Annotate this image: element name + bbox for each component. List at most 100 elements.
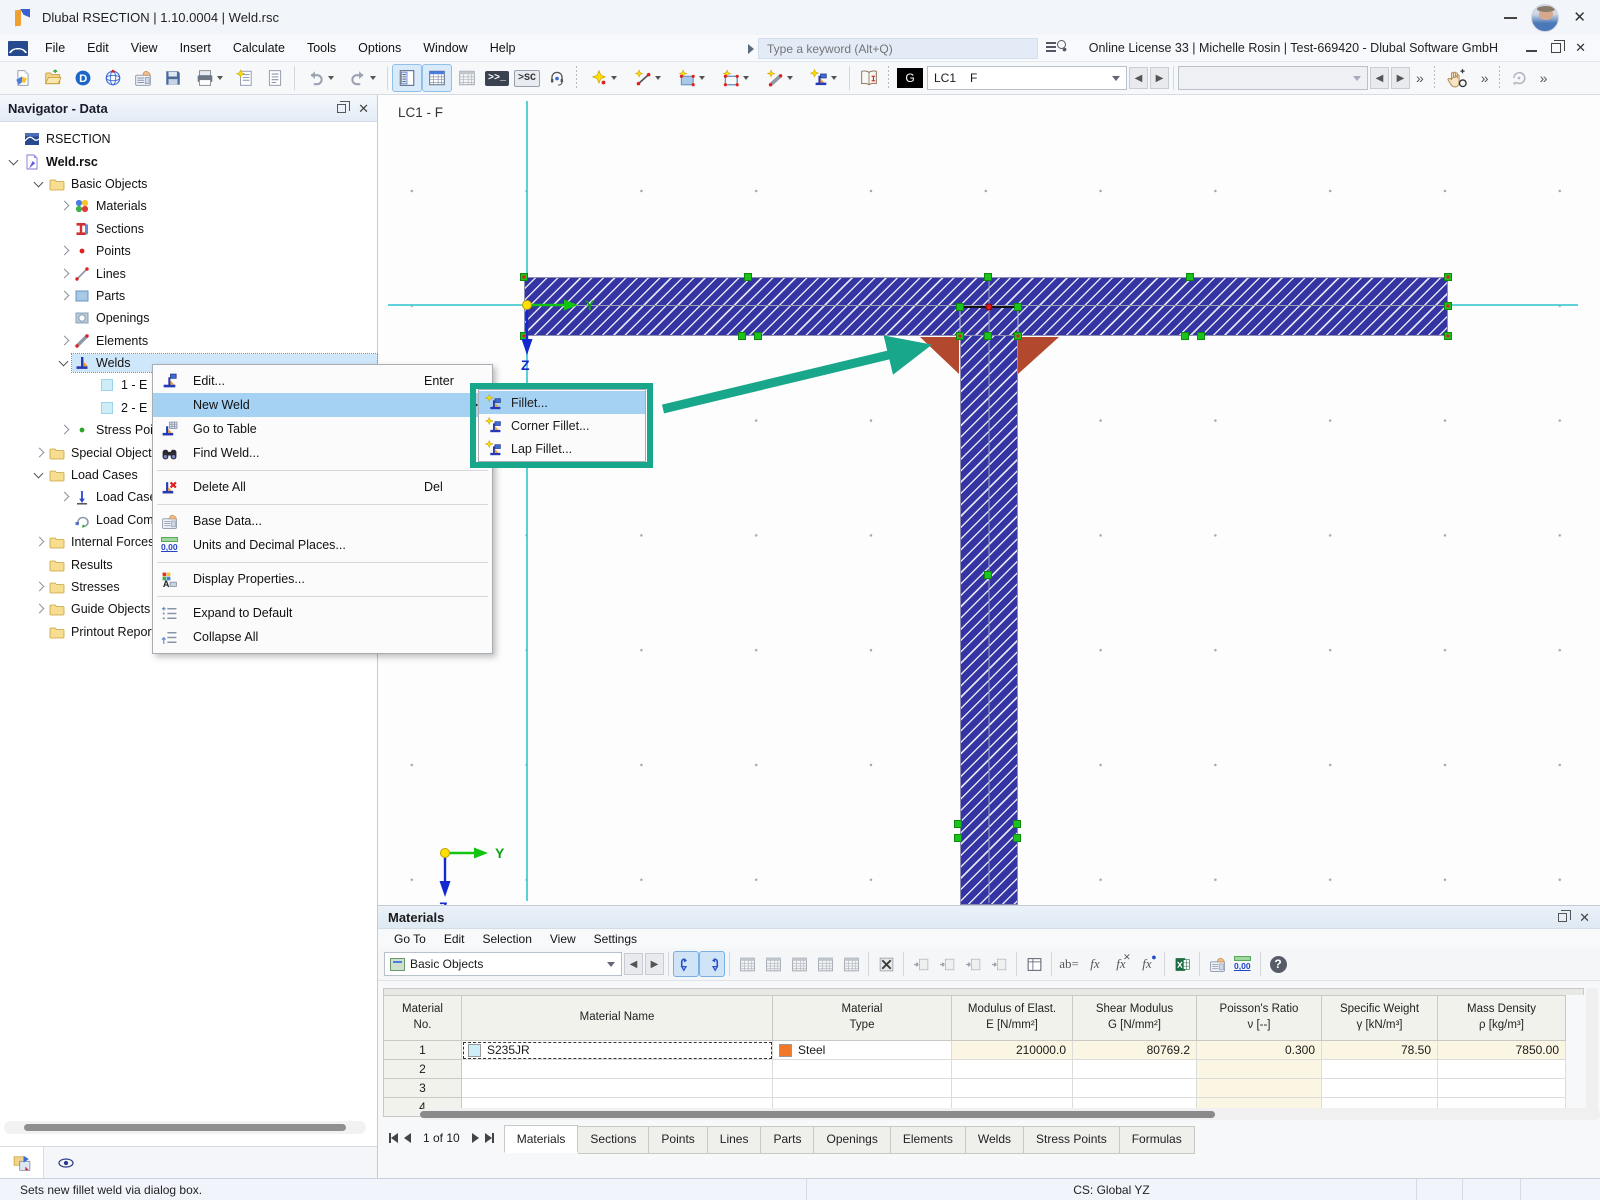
- materials-hscrollbar[interactable]: [420, 1108, 1600, 1120]
- console-button[interactable]: >>_: [482, 64, 512, 92]
- search-list-icon[interactable]: [1046, 40, 1068, 58]
- tree-item-lines[interactable]: Lines: [0, 262, 377, 284]
- navigator-hscroll-thumb[interactable]: [24, 1124, 346, 1131]
- toolbar-overflow-3[interactable]: »: [1540, 70, 1548, 86]
- modulus-cell[interactable]: 210000.0: [952, 1041, 1073, 1060]
- formula-delete-button[interactable]: fx✕: [1108, 951, 1134, 977]
- dlubal-center-button[interactable]: [68, 64, 98, 92]
- window-close-button[interactable]: ✕: [1573, 10, 1586, 25]
- materials-vscrollbar[interactable]: [1586, 988, 1598, 1116]
- new-model-button[interactable]: [8, 64, 38, 92]
- table-tab-welds[interactable]: Welds: [966, 1126, 1024, 1154]
- edge-handles[interactable]: [739, 274, 1205, 842]
- new-element-button[interactable]: [757, 64, 801, 92]
- table-tab-elements[interactable]: Elements: [891, 1126, 966, 1154]
- doc-minimize-button[interactable]: [1526, 50, 1537, 52]
- new-part-button[interactable]: [669, 64, 713, 92]
- fillet-weld-left[interactable]: [920, 337, 959, 374]
- model-view-button[interactable]: [98, 64, 128, 92]
- table-help-button[interactable]: ?: [1265, 951, 1291, 977]
- doc-restore-button[interactable]: [1551, 43, 1561, 53]
- material-type-cell[interactable]: Steel: [773, 1041, 952, 1060]
- menu-item-edit[interactable]: Edit: [436, 930, 473, 948]
- menu-item-window[interactable]: Window: [414, 37, 476, 59]
- navigator-close-icon[interactable]: ✕: [358, 102, 369, 115]
- context-menu-item-expand-to-default[interactable]: Expand to Default: [153, 601, 492, 625]
- navigator-data-tab[interactable]: [0, 1147, 44, 1178]
- context-menu-item-find-weld[interactable]: Find Weld...: [153, 441, 492, 465]
- table-tab-points[interactable]: Points: [649, 1126, 707, 1154]
- table-tool-2[interactable]: [760, 951, 786, 977]
- menu-item-help[interactable]: Help: [481, 37, 525, 59]
- open-file-button[interactable]: [38, 64, 68, 92]
- context-menu-item-go-to-table[interactable]: Go to Table: [153, 417, 492, 441]
- table-units-button[interactable]: 0,00: [1230, 951, 1256, 977]
- shear-modulus-cell[interactable]: 80769.2: [1073, 1041, 1197, 1060]
- table-view-button[interactable]: [452, 64, 482, 92]
- tree-item-parts[interactable]: Parts: [0, 285, 377, 307]
- redo-button[interactable]: [341, 64, 383, 92]
- new-weld-button[interactable]: [801, 64, 845, 92]
- material-name-cell[interactable]: S235JR: [462, 1041, 773, 1060]
- chevron-right-icon[interactable]: [31, 579, 47, 595]
- mass-density-cell[interactable]: 7850.00: [1438, 1041, 1566, 1060]
- chevron-right-icon[interactable]: [56, 333, 72, 349]
- tree-item-openings[interactable]: Openings: [0, 307, 377, 329]
- context-menu-item-new-weld[interactable]: New Weld: [153, 393, 492, 417]
- tree-item-weld-rsc[interactable]: Weld.rsc: [0, 150, 377, 172]
- specific-weight-cell[interactable]: [1322, 1079, 1438, 1098]
- context-menu-item-units-and-decimal-places[interactable]: 0,00Units and Decimal Places...: [153, 533, 492, 557]
- mass-density-cell[interactable]: [1438, 1079, 1566, 1098]
- submenu-item-corner-fillet[interactable]: Corner Fillet...: [479, 414, 645, 437]
- table-tab-stress-points[interactable]: Stress Points: [1024, 1126, 1120, 1154]
- first-table-button[interactable]: [389, 1133, 398, 1143]
- support-button[interactable]: [542, 64, 572, 92]
- tables-toggle-button[interactable]: [422, 64, 452, 92]
- shear-modulus-cell[interactable]: [1073, 1079, 1197, 1098]
- table-tool-4[interactable]: [812, 951, 838, 977]
- tree-item-rsection[interactable]: RSECTION: [0, 128, 377, 150]
- poissons-ratio-cell[interactable]: 0.300: [1197, 1041, 1322, 1060]
- secondary-next-button[interactable]: ▶: [1391, 67, 1410, 89]
- row-op-3[interactable]: [960, 951, 986, 977]
- context-menu-item-collapse-all[interactable]: Collapse All: [153, 625, 492, 649]
- chevron-right-icon[interactable]: [56, 198, 72, 214]
- material-type-cell[interactable]: [773, 1079, 952, 1098]
- printout-report-button[interactable]: [260, 64, 290, 92]
- search-expander-icon[interactable]: [748, 44, 754, 54]
- menu-item-view[interactable]: View: [122, 37, 167, 59]
- context-menu-item-base-data[interactable]: Base Data...: [153, 509, 492, 533]
- poissons-ratio-cell[interactable]: [1197, 1079, 1322, 1098]
- menu-item-insert[interactable]: Insert: [171, 37, 220, 59]
- rename-button[interactable]: ab=: [1056, 951, 1082, 977]
- pan-zoom-button[interactable]: [1439, 64, 1475, 92]
- table-tab-formulas[interactable]: Formulas: [1120, 1126, 1195, 1154]
- menu-item-options[interactable]: Options: [349, 37, 410, 59]
- row-op-4[interactable]: [986, 951, 1012, 977]
- table-tool-1[interactable]: [734, 951, 760, 977]
- undo-button[interactable]: [299, 64, 341, 92]
- menu-item-view[interactable]: View: [542, 930, 584, 948]
- last-table-button[interactable]: [485, 1133, 494, 1143]
- chevron-right-icon[interactable]: [31, 601, 47, 617]
- formula-view-button[interactable]: fx●: [1134, 951, 1160, 977]
- table-tab-parts[interactable]: Parts: [761, 1126, 814, 1154]
- context-menu-item-edit[interactable]: Edit...Enter: [153, 369, 492, 393]
- poissons-ratio-cell[interactable]: [1197, 1060, 1322, 1079]
- modulus-cell[interactable]: [952, 1079, 1073, 1098]
- new-line-button[interactable]: [625, 64, 669, 92]
- toolbar-overflow-2[interactable]: »: [1481, 70, 1489, 86]
- submenu-item-lap-fillet[interactable]: Lap Fillet...: [479, 437, 645, 460]
- next-load-case-button[interactable]: ▶: [1150, 67, 1169, 89]
- selected-weld-node[interactable]: [986, 304, 992, 310]
- chevron-down-icon[interactable]: [31, 176, 47, 192]
- table-tab-sections[interactable]: Sections: [578, 1126, 649, 1154]
- menu-item-file[interactable]: File: [36, 37, 74, 59]
- table-base-data-button[interactable]: [1204, 951, 1230, 977]
- scope-next-button[interactable]: ▶: [645, 953, 664, 975]
- menu-item-edit[interactable]: Edit: [78, 37, 118, 59]
- sync-selection-button[interactable]: [673, 951, 699, 977]
- next-table-button[interactable]: [472, 1133, 479, 1143]
- chevron-right-icon[interactable]: [56, 243, 72, 259]
- tree-item-sections[interactable]: Sections: [0, 218, 377, 240]
